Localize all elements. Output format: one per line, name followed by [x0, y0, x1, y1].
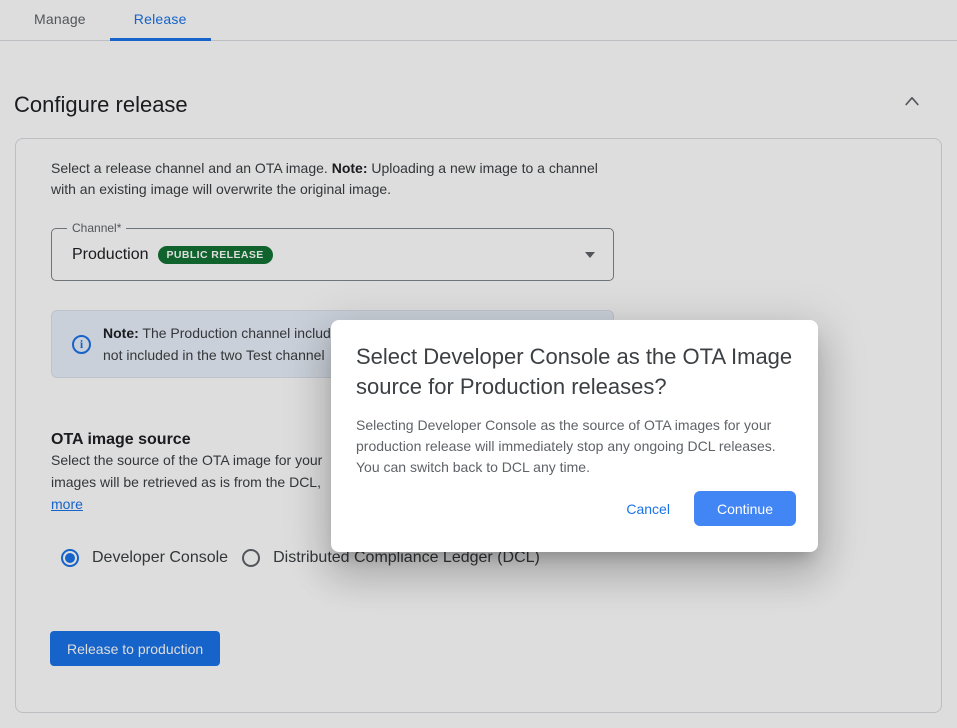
- continue-button[interactable]: Continue: [694, 491, 796, 526]
- dialog-body: Selecting Developer Console as the sourc…: [356, 415, 796, 478]
- confirm-dialog: Select Developer Console as the OTA Imag…: [331, 320, 818, 552]
- cancel-button[interactable]: Cancel: [616, 493, 680, 525]
- dialog-actions: Cancel Continue: [616, 491, 796, 526]
- dialog-title: Select Developer Console as the OTA Imag…: [356, 342, 801, 402]
